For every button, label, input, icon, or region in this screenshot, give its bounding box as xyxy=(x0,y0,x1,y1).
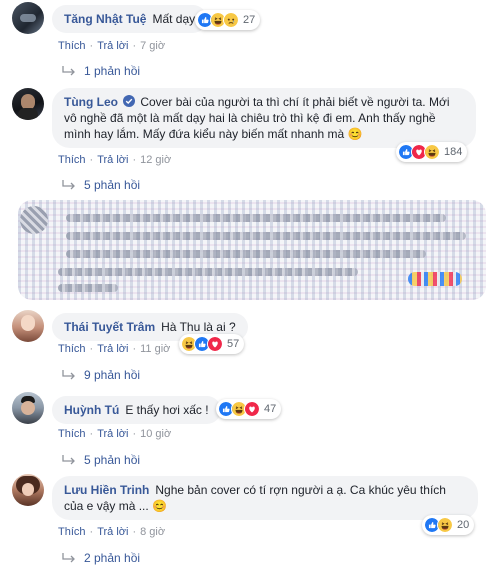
love-icon xyxy=(207,336,223,352)
haha-icon xyxy=(424,144,440,160)
avatar[interactable] xyxy=(12,88,44,120)
reply-link[interactable]: Trả lời xyxy=(97,40,128,52)
commenter-name[interactable]: Lưu Hiền Trinh xyxy=(64,483,149,497)
comment-actions: Thích · Trả lời · 7 giờ xyxy=(58,40,166,52)
view-replies-link[interactable]: 9 phản hồi xyxy=(62,368,140,382)
reply-arrow-icon xyxy=(62,370,76,380)
reaction-summary[interactable]: 27 xyxy=(195,10,261,30)
replies-count: 5 phản hồi xyxy=(84,453,141,467)
sad-icon xyxy=(223,12,239,28)
replies-count: 1 phản hồi xyxy=(84,64,141,78)
timestamp[interactable]: 10 giờ xyxy=(140,428,171,440)
reaction-count: 27 xyxy=(243,14,256,26)
avatar[interactable] xyxy=(12,392,44,424)
commenter-name[interactable]: Huỳnh Tú xyxy=(64,403,119,417)
reply-arrow-icon xyxy=(62,66,76,76)
timestamp[interactable]: 12 giờ xyxy=(140,154,171,166)
pixelated-avatar xyxy=(20,206,48,234)
reaction-count: 47 xyxy=(264,403,277,415)
view-replies-link[interactable]: 1 phản hồi xyxy=(62,64,140,78)
view-replies-link[interactable]: 2 phản hồi xyxy=(62,551,140,565)
pixelated-reactions xyxy=(408,272,462,286)
reply-arrow-icon xyxy=(62,553,76,563)
commenter-name[interactable]: Tăng Nhật Tuệ xyxy=(64,12,146,26)
comment-bubble: Tăng Nhật Tuệ Mất dạy xyxy=(52,5,208,33)
avatar[interactable] xyxy=(12,310,44,342)
reply-link[interactable]: Trả lời xyxy=(97,343,128,355)
comment-text: E thấy hơi xấc ! xyxy=(125,403,209,417)
reaction-summary[interactable]: 47 xyxy=(216,399,282,419)
commenter-name[interactable]: Tùng Leo xyxy=(64,95,118,109)
love-icon xyxy=(244,401,260,417)
comment-bubble: Tùng Leo Cover bài của người ta thì chí … xyxy=(52,88,476,148)
like-link[interactable]: Thích xyxy=(58,343,86,355)
comment-text: Cover bài của người ta thì chí ít phải b… xyxy=(64,95,450,141)
avatar[interactable] xyxy=(12,2,44,34)
like-link[interactable]: Thích xyxy=(58,40,86,52)
reaction-summary[interactable]: 20 xyxy=(422,515,475,535)
timestamp[interactable]: 11 giờ xyxy=(140,343,170,355)
comment-actions: Thích · Trả lời · 10 giờ xyxy=(58,428,172,440)
reply-arrow-icon xyxy=(62,455,76,465)
replies-count: 2 phản hồi xyxy=(84,551,141,565)
comment-bubble: Huỳnh Tú E thấy hơi xấc ! xyxy=(52,396,221,424)
reaction-count: 57 xyxy=(227,338,240,350)
avatar[interactable] xyxy=(12,474,44,506)
replies-count: 9 phản hồi xyxy=(84,368,141,382)
commenter-name[interactable]: Thái Tuyết Trâm xyxy=(64,320,155,334)
haha-icon xyxy=(437,517,453,533)
timestamp[interactable]: 8 giờ xyxy=(140,526,165,538)
reaction-summary[interactable]: 184 xyxy=(396,142,468,162)
like-link[interactable]: Thích xyxy=(58,428,86,440)
like-link[interactable]: Thích xyxy=(58,154,86,166)
reaction-count: 20 xyxy=(457,519,470,531)
view-replies-link[interactable]: 5 phản hồi xyxy=(62,178,140,192)
verified-badge-icon xyxy=(123,95,136,107)
reply-arrow-icon xyxy=(62,180,76,190)
comment-text: Hà Thu là ai ? xyxy=(161,320,236,334)
comment-actions: Thích · Trả lời · 8 giờ xyxy=(58,526,166,538)
reaction-summary[interactable]: 57 xyxy=(179,334,245,354)
like-link[interactable]: Thích xyxy=(58,526,86,538)
comment-text: Mất dạy xyxy=(152,12,196,26)
reply-link[interactable]: Trả lời xyxy=(97,428,128,440)
reply-link[interactable]: Trả lời xyxy=(97,526,128,538)
view-replies-link[interactable]: 5 phản hồi xyxy=(62,453,140,467)
comment-bubble: Lưu Hiền Trinh Nghe bản cover có tí rợn n… xyxy=(52,476,478,520)
timestamp[interactable]: 7 giờ xyxy=(140,40,165,52)
replies-count: 5 phản hồi xyxy=(84,178,141,192)
pixelated-comment xyxy=(18,200,486,300)
comment-actions: Thích · Trả lời · 11 giờ xyxy=(58,343,171,355)
comment-actions: Thích · Trả lời · 12 giờ xyxy=(58,154,172,166)
reaction-count: 184 xyxy=(444,146,463,158)
reply-link[interactable]: Trả lời xyxy=(97,154,128,166)
